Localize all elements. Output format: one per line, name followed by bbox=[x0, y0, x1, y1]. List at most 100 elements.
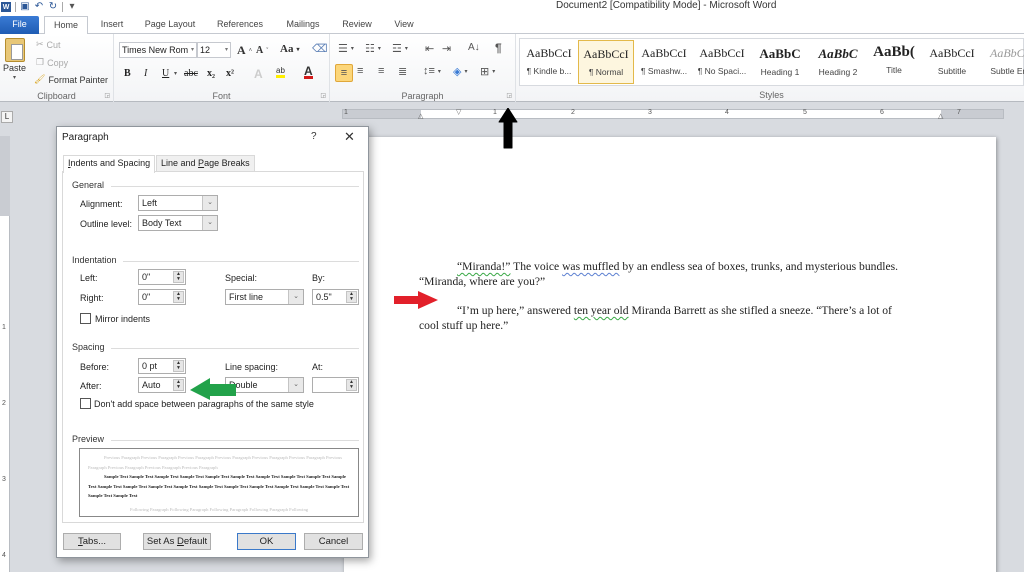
font-size-combo[interactable]: 12 ▾ bbox=[197, 42, 231, 58]
paragraph-2[interactable]: “I’m up here,” answered ten year old Mir… bbox=[419, 304, 914, 333]
align-left-button[interactable]: ≡ bbox=[335, 64, 353, 82]
horizontal-ruler[interactable]: 1 1 2 3 4 5 6 7 ▽ △ △ bbox=[342, 108, 1004, 120]
tab-review[interactable]: Review bbox=[338, 16, 376, 34]
tab-mailings[interactable]: Mailings bbox=[280, 16, 326, 34]
alignment-select[interactable]: Left ⌄ bbox=[138, 195, 218, 211]
before-input[interactable]: 0 pt ▲ ▼ bbox=[138, 358, 186, 374]
style-no-spacing[interactable]: AaBbCcI ¶ No Spaci... bbox=[694, 40, 750, 84]
style-heading-2[interactable]: AaBbC Heading 2 bbox=[810, 40, 866, 84]
highlight-color-button[interactable]: ab bbox=[276, 66, 285, 78]
ok-button[interactable]: OK bbox=[237, 533, 296, 550]
font-launcher-icon[interactable]: ◲ bbox=[320, 92, 326, 99]
paragraph-1[interactable]: “Miranda!” The voice was muffled by an e… bbox=[419, 260, 914, 289]
align-center-button[interactable]: ≡ bbox=[357, 65, 363, 77]
ruler-number: 3 bbox=[2, 476, 6, 483]
style-subtle-emphasis[interactable]: AaBbCc Subtle Em bbox=[982, 40, 1024, 84]
show-hide-button[interactable]: ¶ bbox=[495, 41, 502, 55]
save-icon[interactable]: ▣ bbox=[20, 2, 30, 12]
clipboard-launcher-icon[interactable]: ◲ bbox=[104, 92, 110, 99]
ruler-number: 1 bbox=[344, 109, 348, 116]
spinner-icon[interactable]: ▲ ▼ bbox=[173, 291, 184, 303]
strikethrough-button[interactable]: abc bbox=[184, 68, 198, 79]
grow-font-button[interactable]: A ^ bbox=[237, 43, 252, 58]
tab-page-layout[interactable]: Page Layout bbox=[140, 16, 200, 34]
customize-qat-icon[interactable]: ▾ bbox=[67, 2, 77, 12]
tab-insert[interactable]: Insert bbox=[94, 16, 130, 34]
increase-indent-button[interactable]: ⇥ bbox=[442, 42, 451, 55]
copy-button[interactable]: ❐ Copy bbox=[36, 57, 68, 68]
style-title[interactable]: AaBb( Title bbox=[866, 40, 922, 84]
tab-line-and-page-breaks[interactable]: Line and Page Breaks bbox=[156, 155, 255, 172]
line-spacing-button[interactable]: ↕≡ ▾ bbox=[423, 65, 441, 77]
right-indent-input[interactable]: 0" ▲ ▼ bbox=[138, 289, 186, 305]
shrink-font-button[interactable]: Aˇ bbox=[256, 45, 268, 56]
tab-home[interactable]: Home bbox=[44, 16, 88, 35]
format-painter-button[interactable]: 🖌 Format Painter bbox=[34, 74, 108, 85]
close-icon[interactable]: ✕ bbox=[344, 129, 355, 145]
line-spacing-select[interactable]: Double ⌄ bbox=[225, 377, 304, 393]
font-group: Times New Rom ▾ 12 ▾ A ^ Aˇ Aa ▾ ⌫ B I U ▾… bbox=[114, 34, 330, 102]
underline-dropdown-icon[interactable]: ▾ bbox=[174, 70, 177, 77]
right-indent-marker[interactable]: △ bbox=[938, 112, 943, 120]
style-subtitle[interactable]: AaBbCcI Subtitle bbox=[924, 40, 980, 84]
tab-references[interactable]: References bbox=[212, 16, 268, 34]
left-indent-marker[interactable]: △ bbox=[418, 112, 423, 120]
clear-formatting-button[interactable]: ⌫ bbox=[312, 42, 328, 55]
outline-level-select[interactable]: Body Text ⌄ bbox=[138, 215, 218, 231]
change-case-button[interactable]: Aa ▾ bbox=[280, 43, 299, 55]
undo-icon[interactable]: ↶ bbox=[34, 2, 44, 12]
style-kindle[interactable]: AaBbCcI ¶ Kindle b... bbox=[521, 40, 577, 84]
justify-button[interactable]: ≣ bbox=[398, 65, 407, 78]
style-normal[interactable]: AaBbCcI ¶ Normal bbox=[578, 40, 634, 84]
tabs-button[interactable]: Tabs... bbox=[63, 533, 121, 550]
cancel-button[interactable]: Cancel bbox=[304, 533, 363, 550]
tab-selector[interactable]: L bbox=[1, 111, 13, 123]
cut-button[interactable]: ✂ Cut bbox=[36, 39, 61, 50]
borders-button[interactable]: ⊞ ▾ bbox=[480, 65, 495, 78]
shading-button[interactable]: ◈ ▾ bbox=[453, 65, 467, 78]
tab-view[interactable]: View bbox=[388, 16, 420, 34]
spinner-icon[interactable]: ▲ ▼ bbox=[173, 360, 184, 372]
underline-button[interactable]: U bbox=[162, 68, 169, 79]
dont-add-space-checkbox[interactable] bbox=[80, 398, 91, 409]
vertical-ruler[interactable]: 1 2 3 4 bbox=[0, 136, 10, 572]
decrease-indent-button[interactable]: ⇤ bbox=[425, 42, 434, 55]
font-color-button[interactable]: A bbox=[304, 65, 313, 79]
align-right-button[interactable]: ≡ bbox=[378, 65, 384, 77]
by-input[interactable]: 0.5" ▲ ▼ bbox=[312, 289, 359, 305]
font-name-combo[interactable]: Times New Rom ▾ bbox=[119, 42, 197, 58]
paragraph-launcher-icon[interactable]: ◲ bbox=[506, 92, 512, 99]
first-line-indent-marker[interactable]: ▽ bbox=[456, 108, 461, 116]
at-input[interactable]: ▲ ▼ bbox=[312, 377, 359, 393]
superscript-button[interactable]: x² bbox=[226, 68, 234, 79]
help-icon[interactable]: ? bbox=[311, 131, 317, 142]
tab-indents-and-spacing[interactable]: Indents and Spacing bbox=[63, 155, 156, 173]
sort-button[interactable]: A↓ bbox=[468, 42, 480, 53]
spinner-icon[interactable]: ▲ ▼ bbox=[346, 291, 357, 303]
spinner-icon[interactable]: ▲ ▼ bbox=[346, 379, 357, 391]
paste-dropdown-icon[interactable]: ▾ bbox=[13, 74, 16, 81]
style-smashwords[interactable]: AaBbCcI ¶ Smashw... bbox=[636, 40, 692, 84]
document-page[interactable]: “Miranda!” The voice was muffled by an e… bbox=[344, 137, 996, 572]
multilevel-list-button[interactable]: ☲ ▾ bbox=[392, 42, 408, 55]
subscript-button[interactable]: x₂ bbox=[207, 68, 215, 79]
paste-button[interactable]: Paste ▾ bbox=[3, 38, 26, 81]
redo-icon[interactable]: ↻ bbox=[48, 2, 58, 12]
set-as-default-button[interactable]: Set As Default bbox=[143, 533, 211, 550]
bullets-button[interactable]: ☰ ▾ bbox=[338, 42, 354, 55]
italic-button[interactable]: I bbox=[144, 68, 147, 79]
special-select[interactable]: First line ⌄ bbox=[225, 289, 304, 305]
tab-file[interactable]: File bbox=[0, 16, 39, 34]
text-effects-button[interactable]: A bbox=[254, 67, 263, 81]
format-painter-label: Format Painter bbox=[48, 74, 108, 85]
mirror-indents-checkbox[interactable] bbox=[80, 313, 91, 324]
after-input[interactable]: Auto ▲ ▼ bbox=[138, 377, 186, 393]
bold-button[interactable]: B bbox=[124, 68, 131, 79]
style-heading-1[interactable]: AaBbC Heading 1 bbox=[752, 40, 808, 84]
spinner-icon[interactable]: ▲ ▼ bbox=[173, 379, 184, 391]
document-body[interactable]: “Miranda!” The voice was muffled by an e… bbox=[419, 260, 914, 348]
left-indent-input[interactable]: 0" ▲ ▼ bbox=[138, 269, 186, 285]
word-logo-icon[interactable]: W bbox=[1, 2, 11, 12]
spinner-icon[interactable]: ▲ ▼ bbox=[173, 271, 184, 283]
numbering-button[interactable]: ☷ ▾ bbox=[365, 42, 381, 55]
